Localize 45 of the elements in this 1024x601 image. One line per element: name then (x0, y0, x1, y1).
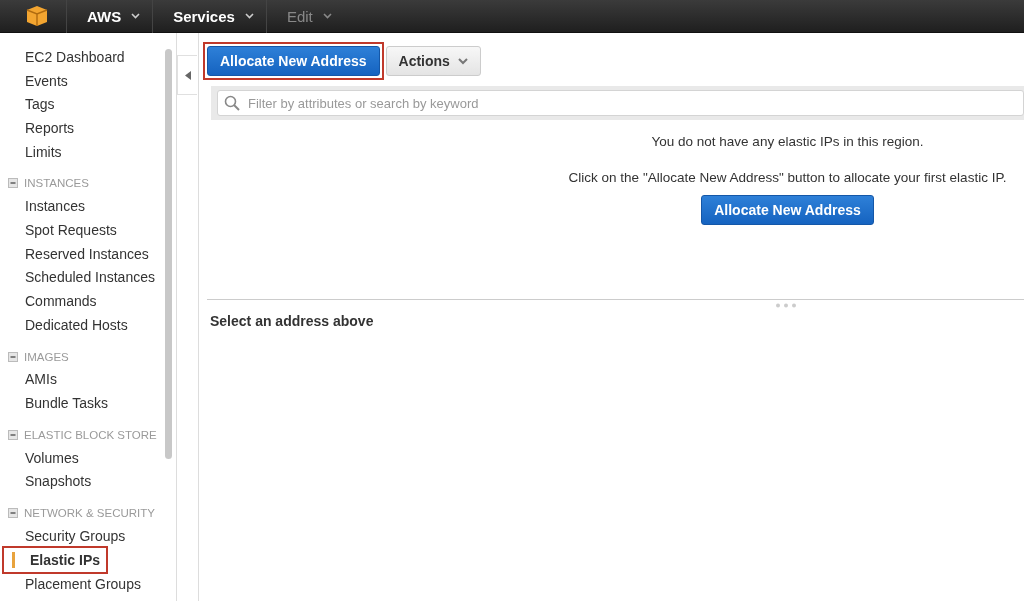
collapse-icon[interactable] (8, 178, 18, 189)
sidebar-item[interactable]: Scheduled Instances (8, 265, 155, 290)
search-icon (224, 95, 240, 111)
empty-hint: Click on the "Allocate New Address" button to allocate your first elastic IP. (568, 170, 1007, 185)
cube-logo-icon[interactable] (26, 5, 48, 27)
sidebar-item[interactable]: Dedicated Hosts (8, 312, 128, 337)
sidebar-item[interactable]: Instances (8, 194, 85, 219)
sidebar-item[interactable]: Security Groups (8, 524, 126, 548)
collapse-icon[interactable] (8, 351, 18, 362)
caret-icon (457, 57, 468, 65)
empty-message: You do not have any elastic IPs in this region. (651, 134, 924, 149)
details-heading: Select an address above (210, 312, 375, 329)
resize-handle-icon[interactable] (774, 303, 797, 308)
sidebar-item[interactable]: Spot Requests (8, 218, 117, 242)
collapse-button[interactable] (177, 55, 197, 95)
sidebar-item[interactable]: Events (8, 68, 68, 93)
sidebar-item[interactable]: Bundle Tasks (8, 391, 108, 415)
collapse-icon[interactable] (8, 508, 18, 519)
allocate-button[interactable]: Allocate New Address (701, 195, 874, 225)
nav-menu[interactable]: Services (152, 0, 266, 33)
sidebar-item[interactable]: Snapshots (8, 469, 92, 494)
sidebar-item[interactable]: Limits (8, 139, 62, 164)
sidebar-item[interactable]: EC2 Dashboard (8, 45, 125, 69)
sidebar-item[interactable]: Volumes (8, 445, 79, 470)
sidebar-item[interactable]: Tags (8, 92, 55, 117)
sidebar-item[interactable]: Elastic IPs (10, 548, 101, 572)
sidebar-item[interactable]: Reports (8, 116, 75, 140)
section-heading: NETWORK & SECURITY (24, 507, 155, 520)
scrollbar-thumb[interactable] (165, 49, 172, 459)
section-heading: IMAGES (24, 350, 69, 363)
caret-icon (244, 13, 254, 19)
caret-icon (322, 13, 332, 19)
section-heading: ELASTIC BLOCK STORE (24, 428, 157, 441)
sidebar-item[interactable]: Commands (8, 289, 97, 313)
search-field[interactable]: Filter by attributes or search by keyword (217, 90, 1024, 116)
sidebar-item[interactable]: Placement Groups (8, 571, 141, 596)
actions-dropdown[interactable]: Actions (385, 46, 481, 76)
collapse-icon[interactable] (8, 429, 18, 440)
allocate-button[interactable]: Allocate New Address (207, 46, 380, 76)
caret-icon (131, 13, 141, 19)
sidebar-item[interactable]: AMIs (8, 367, 57, 392)
sidebar-item[interactable]: Reserved Instances (8, 241, 149, 266)
section-heading: INSTANCES (24, 177, 89, 190)
nav-menu[interactable]: AWS (66, 0, 153, 33)
collapse-arrow-icon (184, 70, 191, 80)
